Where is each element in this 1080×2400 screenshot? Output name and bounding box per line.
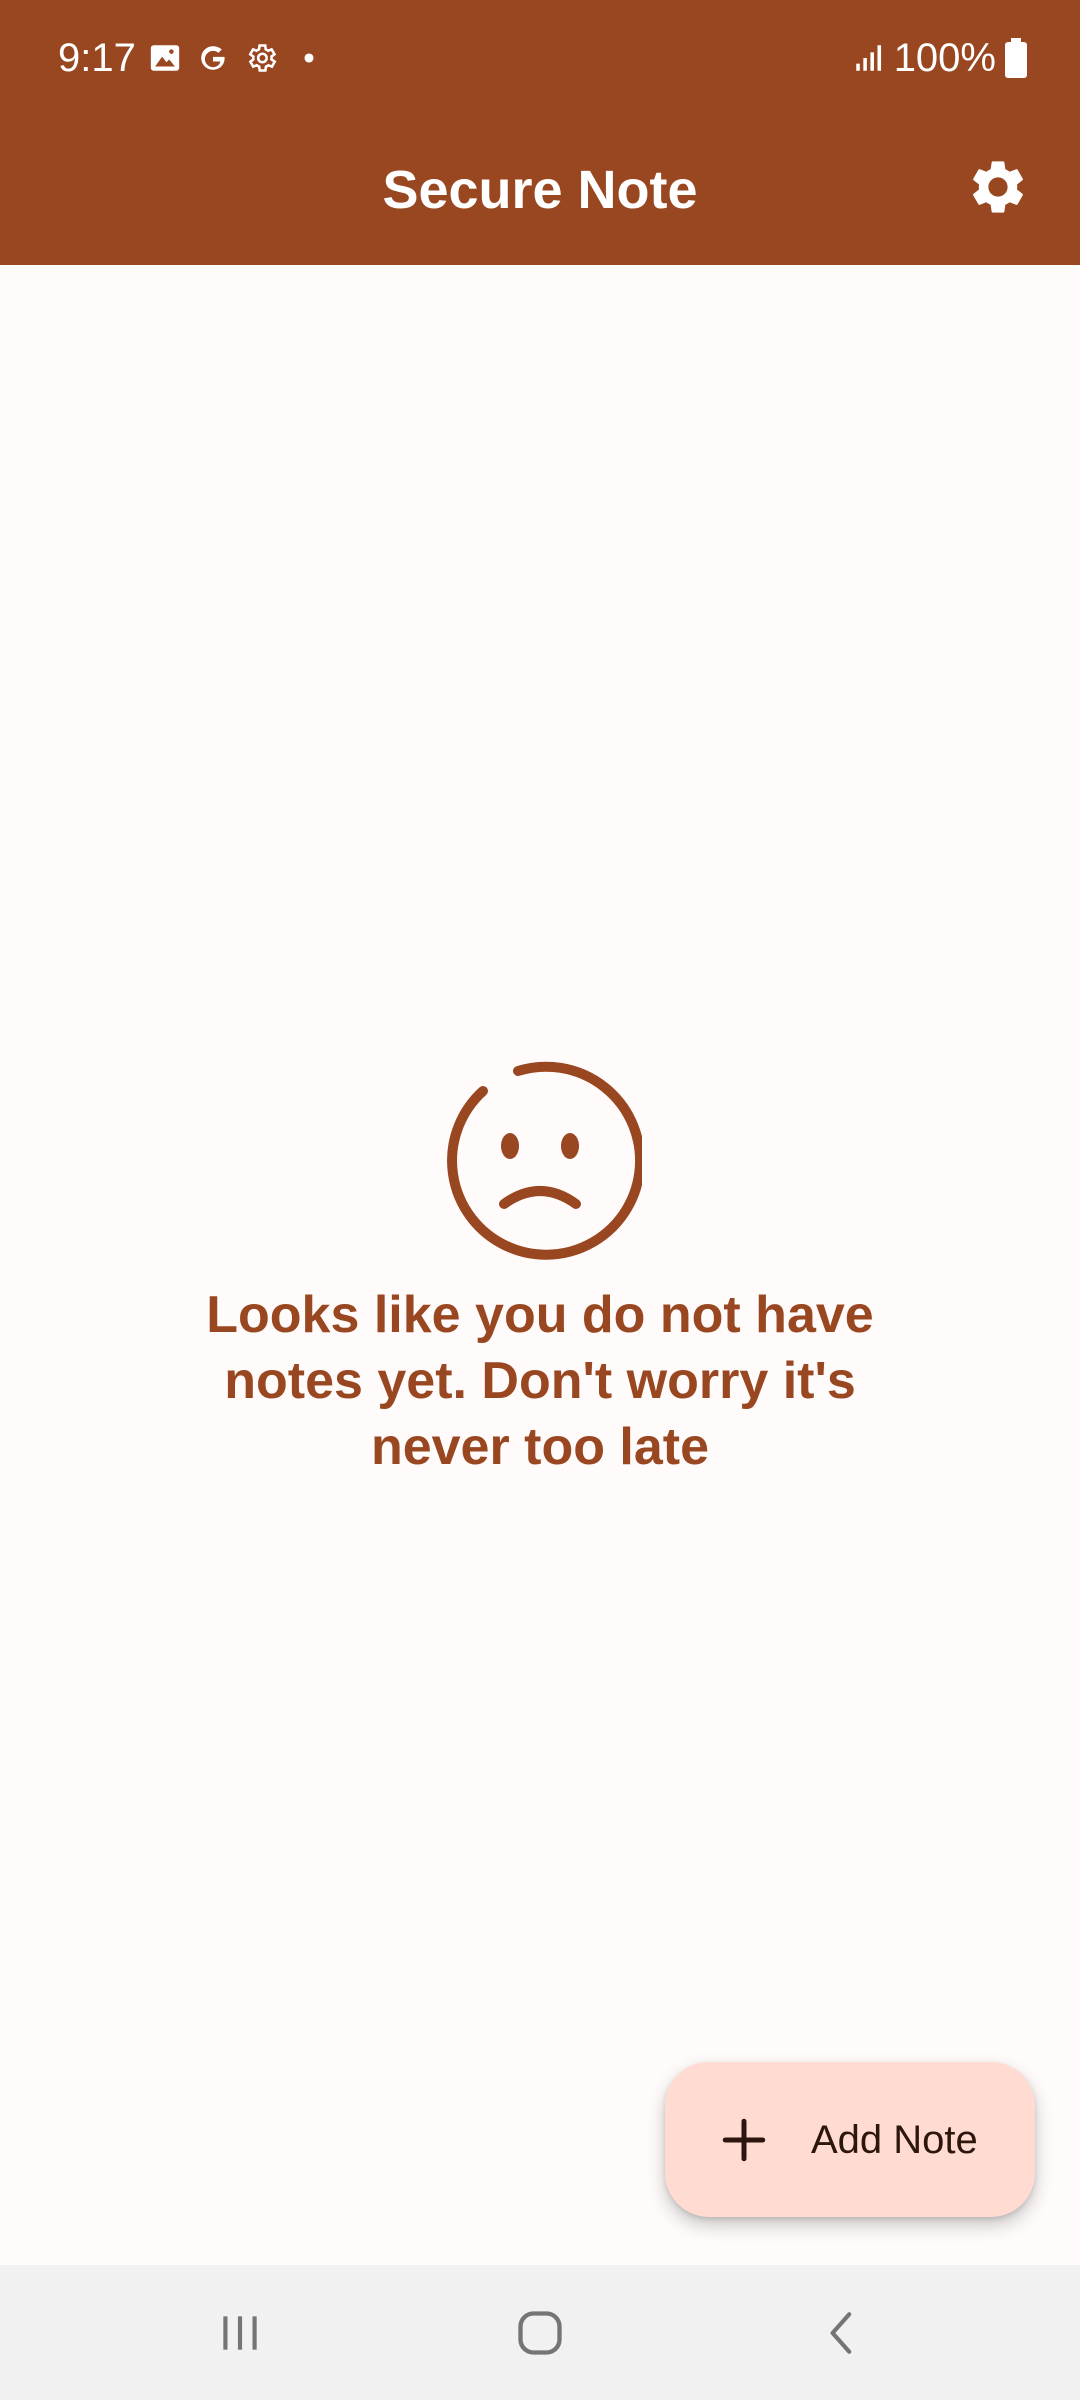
dot-icon — [304, 53, 314, 63]
page-title: Secure Note — [382, 160, 698, 220]
google-icon — [201, 46, 226, 70]
status-time: 9:17 — [58, 36, 136, 80]
home-button[interactable] — [480, 2265, 600, 2400]
battery-percentage: 100% — [893, 36, 996, 80]
settings-button[interactable] — [956, 145, 1040, 229]
back-icon — [830, 2311, 852, 2354]
back-button[interactable] — [783, 2265, 903, 2400]
gear-icon — [973, 161, 1023, 213]
sad-face-icon — [447, 1061, 642, 1260]
recents-button[interactable] — [180, 2265, 300, 2400]
signal-icon — [855, 45, 881, 71]
image-icon — [150, 45, 180, 71]
home-icon — [518, 2310, 562, 2355]
add-note-label: Add Note — [811, 2117, 978, 2162]
empty-state: Looks like you do not have notes yet. Do… — [0, 1058, 1080, 1480]
status-system-icons: 100% — [852, 30, 1028, 86]
plus-icon — [722, 2118, 766, 2161]
empty-state-message: Looks like you do not have notes yet. Do… — [206, 1286, 874, 1476]
recents-icon — [223, 2315, 257, 2350]
status-bar: 9:17 100% — [0, 0, 1080, 115]
app-bar: Secure Note — [0, 115, 1080, 265]
add-note-button[interactable]: Add Note — [665, 2062, 1035, 2217]
battery-icon — [1005, 38, 1027, 78]
status-notification-icons — [148, 38, 326, 78]
settings-gear-icon — [248, 44, 277, 72]
system-navigation-bar — [0, 2265, 1080, 2400]
